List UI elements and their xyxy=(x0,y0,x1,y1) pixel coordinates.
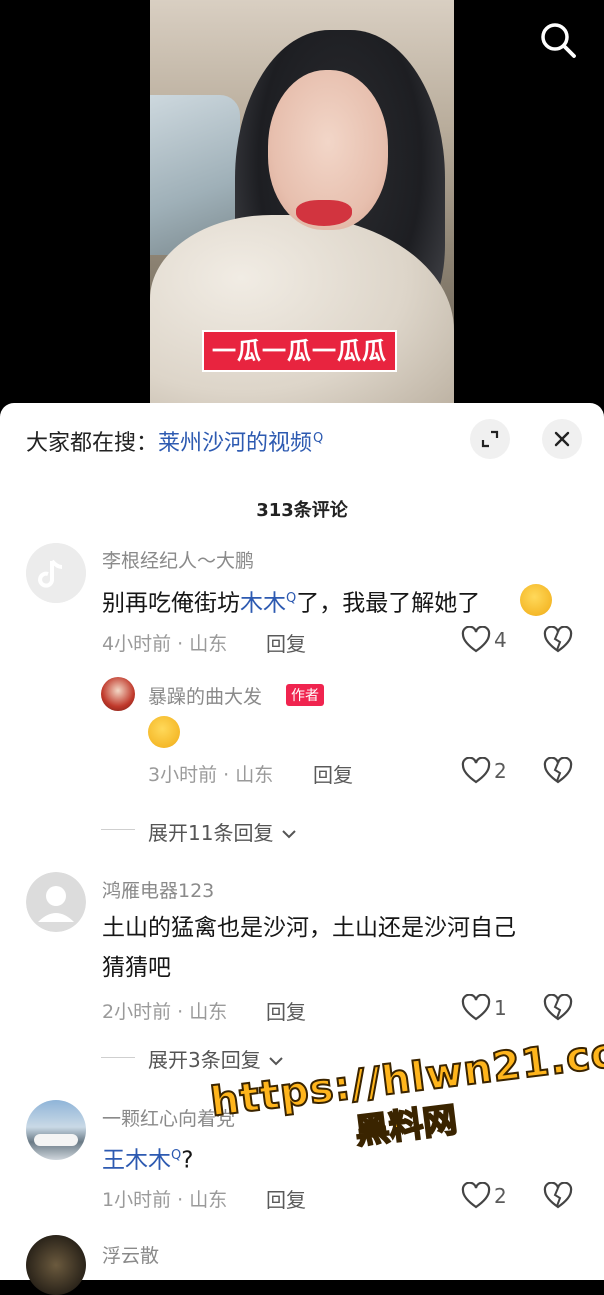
rofl-emoji-icon xyxy=(520,584,552,616)
comment-text-line: 土山的猛禽也是沙河，土山还是沙河自己 xyxy=(102,915,516,941)
like-count: 2 xyxy=(494,759,507,783)
author-avatar[interactable] xyxy=(101,677,135,711)
search-mini-icon: Q xyxy=(313,430,324,446)
comment-username[interactable]: 浮云散 xyxy=(102,1241,159,1268)
comment-meta: 1小时前 · 山东 xyxy=(102,1189,228,1211)
avatar[interactable] xyxy=(26,543,86,603)
expand-replies-label: 展开3条回复 xyxy=(148,1048,261,1072)
comment-text-before: 别再吃俺街坊 xyxy=(102,590,240,617)
like-count: 1 xyxy=(494,996,507,1020)
comment-text: 别再吃俺街坊木木Q了，我最了解她了 xyxy=(102,579,480,624)
person-lips xyxy=(296,200,352,226)
comment-link[interactable]: 木木 xyxy=(240,591,286,617)
dislike-icon[interactable] xyxy=(543,994,573,1022)
comment-meta: 4小时前 · 山东 xyxy=(102,633,228,655)
search-icon xyxy=(541,23,576,58)
search-mini-icon: Q xyxy=(286,591,297,606)
chevron-down-icon xyxy=(282,830,296,839)
reply-username[interactable]: 暴躁的曲大发 xyxy=(148,682,262,709)
search-mini-icon: Q xyxy=(171,1148,182,1163)
avatar[interactable] xyxy=(26,1100,86,1160)
like-icon[interactable] xyxy=(461,1182,491,1210)
close-icon xyxy=(554,431,570,447)
dislike-icon[interactable] xyxy=(543,1182,573,1210)
video-caption: 一瓜一瓜一瓜瓜 xyxy=(202,330,397,372)
reply-button[interactable]: 回复 xyxy=(266,996,306,1025)
author-badge: 作者 xyxy=(286,684,324,706)
comment-text-after: 了，我最了解她了 xyxy=(296,590,481,617)
hot-search-bar[interactable]: 大家都在搜：莱州沙河的视频Q xyxy=(26,425,323,457)
avatar[interactable] xyxy=(26,1235,86,1295)
thinking-emoji-icon xyxy=(148,716,180,748)
reply-meta: 3小时前 · 山东 xyxy=(148,764,274,786)
expand-icon xyxy=(481,430,499,448)
chevron-down-icon xyxy=(269,1057,283,1066)
comment-text-after: ? xyxy=(181,1147,194,1174)
like-icon[interactable] xyxy=(461,994,491,1022)
divider xyxy=(101,829,135,830)
video-player[interactable]: 一瓜一瓜一瓜瓜 xyxy=(0,0,604,420)
comment-username[interactable]: 鸿雁电器123 xyxy=(102,876,214,903)
hot-search-prefix: 大家都在搜： xyxy=(26,431,159,456)
dislike-icon[interactable] xyxy=(543,757,573,785)
like-count: 4 xyxy=(494,628,507,652)
expand-replies-button[interactable]: 展开3条回复 xyxy=(148,1044,285,1073)
comment-count: 313条评论 xyxy=(256,500,348,521)
like-icon[interactable] xyxy=(461,757,491,785)
avatar[interactable] xyxy=(26,872,86,932)
expand-replies-button[interactable]: 展开11条回复 xyxy=(148,817,298,846)
like-count: 2 xyxy=(494,1184,507,1208)
expand-replies-label: 展开11条回复 xyxy=(148,821,274,845)
divider xyxy=(101,1057,135,1058)
car-photo xyxy=(34,1134,78,1146)
dislike-icon[interactable] xyxy=(543,626,573,654)
reply-button[interactable]: 回复 xyxy=(266,1184,306,1213)
comment-link[interactable]: 王木木 xyxy=(102,1148,171,1174)
hot-search-term[interactable]: 莱州沙河的视频 xyxy=(158,431,312,456)
reply-button[interactable]: 回复 xyxy=(266,628,306,657)
comment-username[interactable]: 李根经纪人～大鹏 xyxy=(102,546,254,573)
comment-text-line: 猜猜吧 xyxy=(102,955,171,981)
like-icon[interactable] xyxy=(461,626,491,654)
reply-button[interactable]: 回复 xyxy=(313,759,353,788)
default-avatar-icon xyxy=(26,543,86,603)
comment-username[interactable]: 一颗红心向着党 xyxy=(102,1104,235,1131)
default-avatar-icon xyxy=(26,872,86,932)
fullscreen-button[interactable] xyxy=(470,419,510,459)
close-button[interactable] xyxy=(542,419,582,459)
comment-sheet: 大家都在搜：莱州沙河的视频Q 313条评论 李根经纪人～大鹏 别再吃俺街坊木木Q… xyxy=(0,403,604,1295)
search-button[interactable] xyxy=(536,18,580,62)
comment-meta: 2小时前 · 山东 xyxy=(102,1001,228,1023)
comment-text: 王木木Q? xyxy=(102,1136,193,1181)
